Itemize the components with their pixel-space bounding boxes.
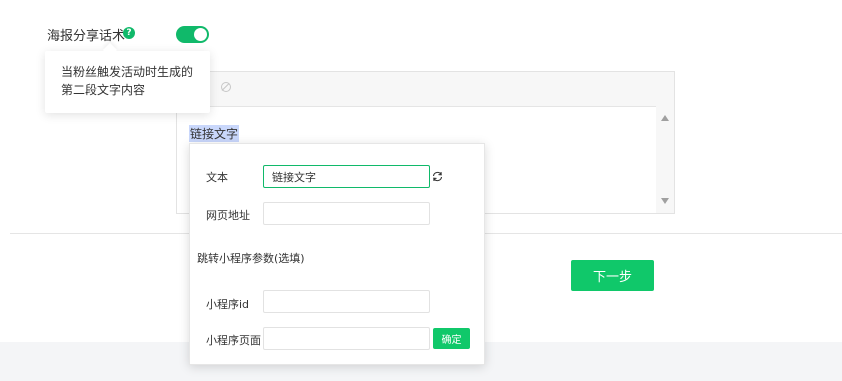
url-label: 网页地址 [206, 209, 250, 222]
unlink-icon[interactable] [221, 82, 231, 92]
editor-toolbar [177, 72, 674, 107]
scroll-up-icon[interactable] [661, 115, 669, 121]
next-step-button[interactable]: 下一步 [571, 260, 654, 291]
link-text-input[interactable] [263, 165, 430, 188]
confirm-button[interactable]: 确定 [433, 328, 470, 349]
page-path-label: 小程序页面 [206, 334, 261, 347]
miniprogram-section-title: 跳转小程序参数(选填) [197, 252, 305, 265]
poster-share-toggle[interactable] [176, 26, 209, 43]
help-tooltip: 当粉丝触发活动时生成的 第二段文字内容 [45, 51, 210, 113]
scroll-down-icon[interactable] [661, 198, 669, 204]
link-edit-popup: 文本 网页地址 跳转小程序参数(选填) 小程序id 小程序页面 确定 [189, 143, 485, 365]
appid-label: 小程序id [206, 298, 250, 311]
toggle-knob [194, 28, 207, 41]
tooltip-line-1: 当粉丝触发活动时生成的 [61, 65, 194, 79]
text-label: 文本 [206, 171, 228, 184]
help-icon[interactable]: ? [123, 27, 135, 39]
page-path-input[interactable] [263, 327, 430, 350]
appid-input[interactable] [263, 290, 430, 313]
editor-scrollbar[interactable] [656, 106, 674, 213]
url-input[interactable] [263, 202, 430, 225]
tooltip-line-2: 第二段文字内容 [61, 83, 146, 97]
editor-selected-link-text[interactable]: 链接文字 [189, 125, 240, 142]
refresh-icon[interactable] [431, 170, 444, 183]
poster-share-label: 海报分享话术 [47, 29, 126, 44]
